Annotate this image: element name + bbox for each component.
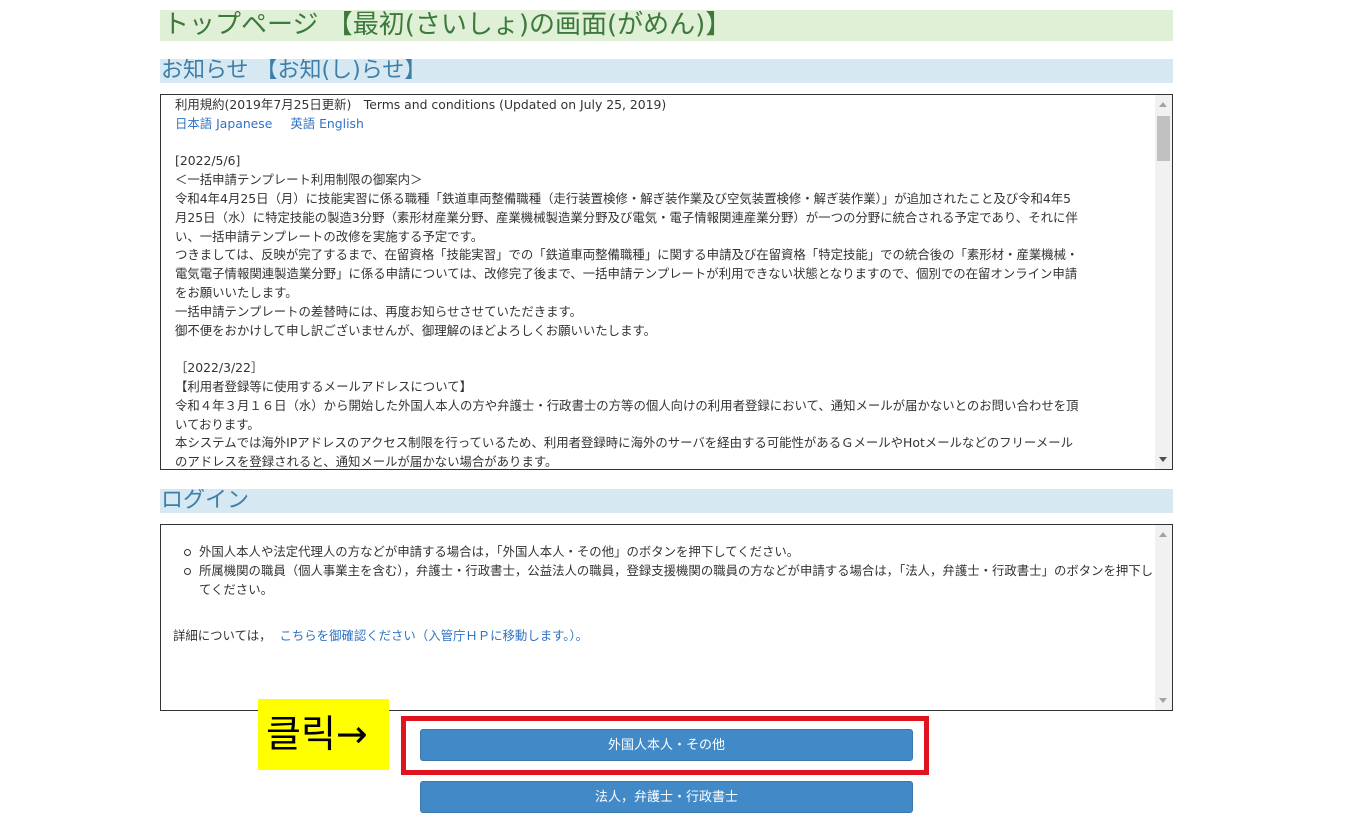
- notice-line: [2022/5/6]: [175, 153, 241, 169]
- scroll-up-arrow-icon[interactable]: [1159, 532, 1167, 537]
- notice-panel[interactable]: 利用規約(2019年7月25日更新) Terms and conditions …: [160, 94, 1173, 470]
- login-panel[interactable]: 外国人本人や法定代理人の方などが申請する場合は，「外国人本人・その他」のボタンを…: [160, 524, 1173, 711]
- notice-line: 御不便をおかけして申し訳ございませんが、御理解のほどよろしくお願いいたします。: [175, 322, 657, 338]
- notice-line: 一括申請テンプレートの差替時には、再度お知らせさせていただきます。: [175, 303, 583, 319]
- notice-line: 令和4年4月25日（月）に技能実習に係る職種「鉄道車両整備職種（走行装置検修・解…: [175, 190, 1072, 206]
- link-english[interactable]: 英語 English: [290, 116, 363, 131]
- notice-scrollbar[interactable]: [1155, 95, 1172, 469]
- notice-line: 電気電子情報関連製造業分野」に係る申請については、改修完了後まで、一括申請テンプ…: [175, 266, 1078, 282]
- corporate-lawyer-button[interactable]: 法人，弁護士・行政書士: [420, 781, 913, 813]
- language-links: 日本語 Japanese 英語 English: [175, 115, 1155, 134]
- login-scrollbar[interactable]: [1155, 525, 1172, 710]
- notice-line: 【利用者登録等に使用するメールアドレスについて】: [175, 378, 473, 394]
- notice-line: つきましては、反映が完了するまで、在留資格「技能実習」での「鉄道車両整備職種」に…: [175, 247, 1079, 263]
- scroll-up-arrow-icon[interactable]: [1159, 102, 1167, 107]
- notice-line: 令和４年３月１６日（水）から開始した外国人本人の方や弁護士・行政書士の方等の個人…: [175, 397, 1079, 413]
- notice-line: い、一括申請テンプレートの改修を実施する予定です。: [175, 228, 484, 244]
- scroll-down-arrow-icon[interactable]: [1159, 698, 1167, 703]
- notice-line: ＜一括申請テンプレート利用制限の御案内＞: [175, 172, 423, 188]
- page-title: トップページ 【最初(さいしょ)の画面(がめん)】: [160, 10, 1173, 41]
- click-annotation-label: 클릭→: [258, 699, 389, 770]
- detail-link[interactable]: こちらを御確認ください（入管庁ＨＰに移動します。）。: [280, 628, 589, 643]
- scroll-down-arrow-icon[interactable]: [1159, 457, 1167, 462]
- detail-line: 詳細については， こちらを御確認ください（入管庁ＨＰに移動します。）。: [173, 627, 1155, 646]
- notice-line: のアドレスを登録されると、通知メールが届かない場合があります。: [175, 454, 558, 469]
- instruction-item: 所属機関の職員（個人事業主を含む），弁護士・行政書士，公益法人の職員，登録支援機…: [184, 562, 1155, 600]
- notice-line: 本システムでは海外IPアドレスのアクセス制限を行っているため、利用者登録時に海外…: [175, 435, 1073, 451]
- scroll-thumb[interactable]: [1157, 116, 1170, 161]
- foreign-national-button[interactable]: 外国人本人・その他: [420, 729, 913, 761]
- notice-line: いております。: [175, 416, 260, 432]
- instruction-item: 外国人本人や法定代理人の方などが申請する場合は，「外国人本人・その他」のボタンを…: [184, 543, 1155, 562]
- terms-line: 利用規約(2019年7月25日更新) Terms and conditions …: [175, 97, 667, 112]
- notice-line: 月25日（水）に特定技能の製造3分野（素形材産業分野、産業機械製造業分野及び電気…: [175, 209, 1078, 225]
- detail-prefix: 詳細については，: [173, 628, 272, 644]
- notice-line: ［2022/3/22］: [175, 360, 264, 376]
- notice-line: をお願いいたします。: [175, 284, 298, 300]
- link-japanese[interactable]: 日本語 Japanese: [175, 116, 272, 131]
- notice-content: 利用規約(2019年7月25日更新) Terms and conditions …: [161, 95, 1155, 469]
- login-instructions: 外国人本人や法定代理人の方などが申請する場合は，「外国人本人・その他」のボタンを…: [173, 543, 1155, 599]
- notice-section-title: お知らせ 【お知(し)らせ】: [160, 59, 1173, 83]
- login-section-title: ログイン: [160, 489, 1173, 513]
- login-content: 外国人本人や法定代理人の方などが申請する場合は，「外国人本人・その他」のボタンを…: [161, 525, 1155, 710]
